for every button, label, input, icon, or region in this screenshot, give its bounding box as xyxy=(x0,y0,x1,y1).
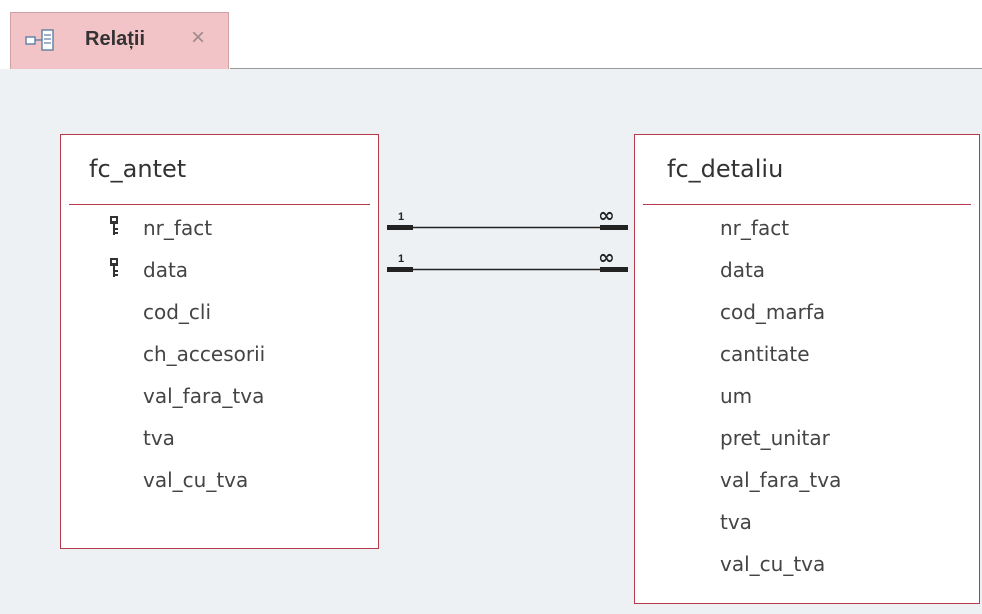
many-label: ∞ xyxy=(598,203,615,227)
one-label: 1 xyxy=(398,211,404,223)
field-um[interactable]: um xyxy=(720,382,752,410)
primary-key-icon xyxy=(110,216,118,235)
close-icon[interactable]: × xyxy=(187,26,209,50)
relationships-icon xyxy=(25,29,54,51)
field-data[interactable]: data xyxy=(143,256,188,284)
table-title[interactable]: fc_detaliu xyxy=(667,155,783,183)
field-cod-cli[interactable]: cod_cli xyxy=(143,298,211,326)
field-val-fara-tva[interactable]: val_fara_tva xyxy=(720,466,841,494)
field-data[interactable]: data xyxy=(720,256,765,284)
field-cod-marfa[interactable]: cod_marfa xyxy=(720,298,825,326)
field-cantitate[interactable]: cantitate xyxy=(720,340,810,368)
field-tva[interactable]: tva xyxy=(143,424,175,452)
table-title-divider xyxy=(69,204,370,205)
field-tva[interactable]: tva xyxy=(720,508,752,536)
field-val-fara-tva[interactable]: val_fara_tva xyxy=(143,382,264,410)
relationships-canvas[interactable]: fc_antet nr_fact data cod_cli ch_accesor… xyxy=(0,69,982,614)
table-fc-antet[interactable]: fc_antet nr_fact data cod_cli ch_accesor… xyxy=(60,134,379,549)
one-label: 1 xyxy=(398,253,404,265)
primary-key-icon xyxy=(110,258,118,277)
field-val-cu-tva[interactable]: val_cu_tva xyxy=(143,466,248,494)
tab-relatii[interactable]: Relații × xyxy=(10,12,229,69)
field-pret-unitar[interactable]: pret_unitar xyxy=(720,424,830,452)
table-fc-detaliu[interactable]: fc_detaliu nr_fact data cod_marfa cantit… xyxy=(634,134,980,604)
many-label: ∞ xyxy=(598,245,615,269)
field-nr-fact[interactable]: nr_fact xyxy=(720,214,789,242)
document-tab-bar: Relații × xyxy=(0,0,982,69)
field-nr-fact[interactable]: nr_fact xyxy=(143,214,212,242)
field-ch-accesorii[interactable]: ch_accesorii xyxy=(143,340,265,368)
table-title-divider xyxy=(643,204,971,205)
table-title[interactable]: fc_antet xyxy=(89,155,186,183)
tab-title: Relații xyxy=(85,28,146,50)
field-val-cu-tva[interactable]: val_cu_tva xyxy=(720,550,825,578)
